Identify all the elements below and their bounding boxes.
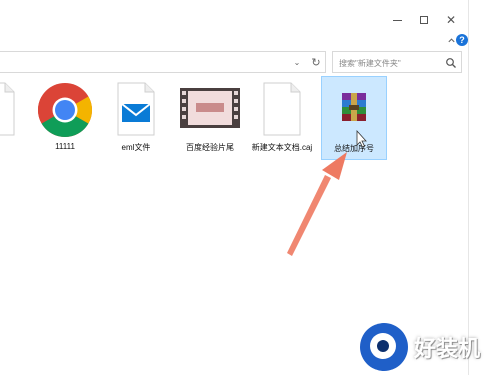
ribbon-row: ? bbox=[0, 33, 468, 49]
refresh-icon[interactable]: ↻ bbox=[309, 55, 323, 69]
maximize-button[interactable] bbox=[411, 8, 437, 32]
chrome-icon bbox=[37, 82, 93, 143]
close-button[interactable]: ✕ bbox=[438, 8, 464, 32]
file-item[interactable]: 11111 bbox=[32, 76, 98, 160]
help-icon[interactable]: ? bbox=[456, 34, 468, 46]
watermark-text: 好装机 bbox=[414, 336, 481, 362]
maximize-icon bbox=[420, 16, 428, 24]
minimize-button[interactable] bbox=[384, 8, 410, 32]
file-label: eml文件 bbox=[121, 143, 151, 152]
generic-file-icon bbox=[0, 82, 15, 141]
file-label: 11111 bbox=[55, 142, 75, 151]
blank-document-icon bbox=[262, 82, 302, 141]
search-icon[interactable] bbox=[445, 56, 457, 68]
search-input[interactable] bbox=[339, 56, 439, 70]
file-label: 新建文本文档.caj bbox=[251, 143, 313, 152]
search-box[interactable] bbox=[332, 51, 462, 73]
file-item[interactable]: 1 bbox=[0, 76, 30, 160]
address-dropdown-icon[interactable]: ⌄ bbox=[290, 55, 304, 69]
watermark-logo-icon bbox=[360, 322, 408, 371]
file-label: 1 bbox=[0, 142, 30, 151]
file-item[interactable]: eml文件 bbox=[103, 76, 169, 160]
minimize-icon bbox=[392, 19, 402, 21]
file-item[interactable]: 百度经验片尾 bbox=[177, 76, 243, 160]
winrar-archive-icon bbox=[339, 93, 369, 126]
file-item-selected[interactable]: 总结加序号 bbox=[321, 76, 387, 160]
file-label: 总结加序号 bbox=[334, 144, 374, 153]
video-file-icon bbox=[180, 88, 240, 133]
title-bar: ✕ bbox=[0, 8, 468, 32]
file-item[interactable]: 新建文本文档.caj bbox=[249, 76, 315, 160]
file-label: 百度经验片尾 bbox=[186, 143, 234, 152]
chevron-up-icon[interactable] bbox=[446, 35, 456, 45]
address-bar[interactable]: ⌄ ↻ bbox=[0, 51, 326, 73]
mail-file-icon bbox=[116, 82, 156, 141]
close-icon: ✕ bbox=[445, 13, 457, 27]
watermark: 好装机 bbox=[360, 318, 500, 375]
